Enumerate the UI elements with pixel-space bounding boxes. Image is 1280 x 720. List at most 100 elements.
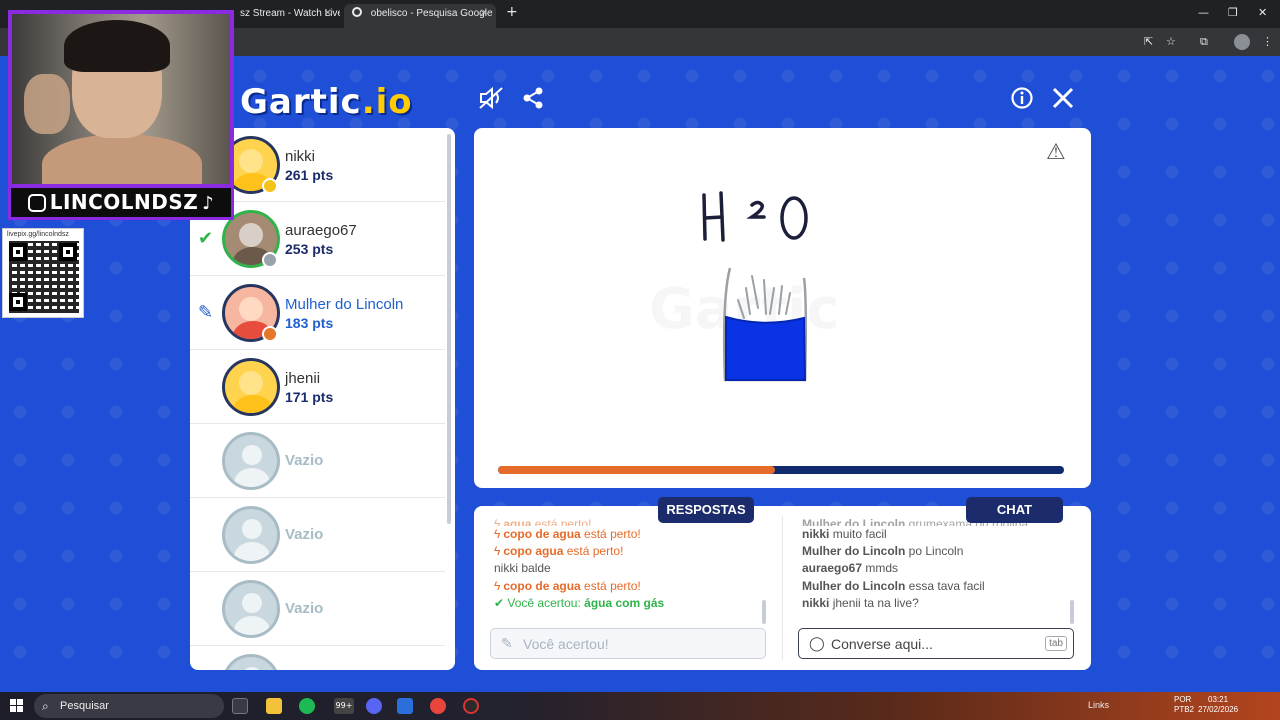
chat-input[interactable]: ◯ Converse aqui... tab xyxy=(798,628,1074,659)
bolt-icon: ϟ xyxy=(494,527,501,541)
status-dot xyxy=(262,178,278,194)
player-name: nikki xyxy=(285,148,316,165)
answer-item: ϟ copo de agua está perto! xyxy=(494,578,641,593)
check-icon: ✔ xyxy=(494,595,505,610)
tab-answers[interactable]: RESPOSTAS xyxy=(658,497,754,523)
chat-message: nikki muito facil xyxy=(802,527,887,541)
drawing-canvas[interactable]: Gartic ⚠ xyxy=(474,128,1091,488)
answer-item: ϟ copo de agua está perto! xyxy=(494,527,641,541)
avatar xyxy=(222,358,280,416)
player-points: 261 pts xyxy=(285,167,334,183)
new-tab-button[interactable]: + xyxy=(506,4,518,20)
qr-label: livepix.gg/lincolndsz xyxy=(7,231,69,238)
file-explorer-icon[interactable] xyxy=(266,698,282,714)
tab-close-icon[interactable]: ✕ xyxy=(324,4,332,24)
google-icon xyxy=(352,7,362,17)
status-dot xyxy=(262,326,278,342)
avatar-placeholder xyxy=(222,432,280,490)
chat-message: Mulher do Lincoln essa tava facil xyxy=(802,578,985,593)
obs-icon[interactable] xyxy=(463,698,479,714)
gartic-logo: Gartic.io xyxy=(240,82,413,122)
player-row-empty xyxy=(190,646,445,670)
answers-scrollbar[interactable] xyxy=(762,600,766,624)
extensions-icon[interactable]: ⧉ xyxy=(1200,35,1208,49)
player-points: 183 pts xyxy=(285,315,334,331)
taskbar-search[interactable]: ⌕ Pesquisar xyxy=(34,694,224,718)
player-row-empty: Vazio xyxy=(190,498,445,572)
tab-google[interactable]: obelisco - Pesquisa Google ✕ xyxy=(344,4,496,28)
check-icon: ✔ xyxy=(198,228,214,249)
links-toolbar[interactable]: Links xyxy=(1088,700,1109,710)
pencil-icon: ✎ xyxy=(198,302,214,323)
info-icon[interactable] xyxy=(1010,86,1034,116)
language-indicator[interactable]: POR PTB2 xyxy=(1174,695,1194,715)
webcam-overlay xyxy=(8,10,234,188)
maximize-button[interactable]: ❐ xyxy=(1228,6,1238,19)
chat-scrollbar[interactable] xyxy=(1070,600,1074,624)
search-label: Pesquisar xyxy=(60,700,109,712)
player-name: Vazio xyxy=(285,526,324,543)
chat-message: Mulher do Lincoln po Lincoln xyxy=(802,544,964,559)
player-name: Mulher do Lincoln xyxy=(285,296,404,313)
players-scrollbar[interactable] xyxy=(447,134,451,524)
close-icon[interactable] xyxy=(1051,86,1075,116)
player-row: ✎ Mulher do Lincoln 183 pts xyxy=(190,276,445,350)
task-view-icon[interactable] xyxy=(232,698,248,714)
player-name: Vazio xyxy=(285,600,324,617)
answer-item: ϟ copo agua está perto! xyxy=(494,544,624,559)
tab-key-hint: tab xyxy=(1045,636,1067,651)
mute-icon[interactable] xyxy=(478,86,504,116)
tab-close-icon[interactable]: ✕ xyxy=(480,4,488,24)
notification-badge[interactable]: 99+ xyxy=(334,698,354,714)
chrome-icon[interactable] xyxy=(430,698,446,714)
bookmark-star-icon[interactable]: ☆ xyxy=(1166,35,1176,48)
taskbar: ⌕ Pesquisar 99+ Links POR PTB2 03:21 27/02… xyxy=(0,692,1280,720)
timer-bar-fill xyxy=(498,466,776,474)
chat-list: Mulher do Lincoln grumexama ou rodilha n… xyxy=(802,516,1072,612)
chat-message: nikki jhenii ta na live? xyxy=(802,595,919,610)
tab-stream[interactable]: sz Stream - Watch Live ✕ xyxy=(232,4,340,28)
player-name: auraego67 xyxy=(285,222,357,239)
answer-item: nikki balde xyxy=(494,561,551,576)
search-icon: ⌕ xyxy=(42,699,49,713)
avatar-placeholder xyxy=(222,506,280,564)
player-row: jhenii 171 pts xyxy=(190,350,445,424)
discord-icon[interactable] xyxy=(366,698,382,714)
install-icon[interactable]: ⇱ xyxy=(1144,35,1153,48)
menu-icon[interactable]: ⋮ xyxy=(1262,35,1273,48)
player-points: 171 pts xyxy=(285,389,334,405)
player-name: jhenii xyxy=(285,370,321,387)
bolt-icon: ϟ xyxy=(494,578,501,593)
handle-text: LINCOLNDSZ xyxy=(49,190,199,214)
panel-divider xyxy=(782,516,783,660)
tiktok-icon: ♪ xyxy=(202,193,215,214)
tab-chat[interactable]: CHAT xyxy=(966,497,1063,523)
chat-message: auraego67 mmds xyxy=(802,561,899,576)
share-icon[interactable] xyxy=(521,86,545,116)
player-name: Vazio xyxy=(285,452,324,469)
app-icon[interactable] xyxy=(397,698,413,714)
qr-code: livepix.gg/lincolndsz xyxy=(2,228,84,318)
timer-bar xyxy=(498,466,1064,474)
answer-input[interactable]: ✎ Você acertou! xyxy=(490,628,766,659)
status-dot xyxy=(262,252,278,268)
instagram-icon xyxy=(27,194,46,212)
avatar-placeholder xyxy=(222,654,280,670)
spotify-icon[interactable] xyxy=(299,698,315,714)
answers-list: ϟ agua está perto! ϟ copo de agua está per… xyxy=(494,516,766,612)
report-warning-icon[interactable]: ⚠ xyxy=(1046,140,1066,165)
chat-bubble-icon: ◯ xyxy=(809,635,825,651)
drawing: Gartic xyxy=(702,191,808,382)
profile-avatar[interactable] xyxy=(1234,34,1250,50)
streamer-handle: LINCOLNDSZ ♪ xyxy=(8,188,234,220)
player-points: 253 pts xyxy=(285,241,334,257)
player-row-empty: Vazio xyxy=(190,572,445,646)
answers-chat-panel: ϟ agua está perto! ϟ copo de agua está per… xyxy=(474,506,1091,670)
minimize-button[interactable]: — xyxy=(1198,6,1209,19)
windows-start-icon[interactable] xyxy=(10,699,23,712)
player-row-empty: Vazio xyxy=(190,424,445,498)
tab-title: obelisco - Pesquisa Google xyxy=(370,8,493,19)
window-close-button[interactable]: ✕ xyxy=(1258,6,1267,19)
bolt-icon: ϟ xyxy=(494,544,501,559)
clock[interactable]: 03:21 27/02/2026 xyxy=(1198,695,1238,715)
